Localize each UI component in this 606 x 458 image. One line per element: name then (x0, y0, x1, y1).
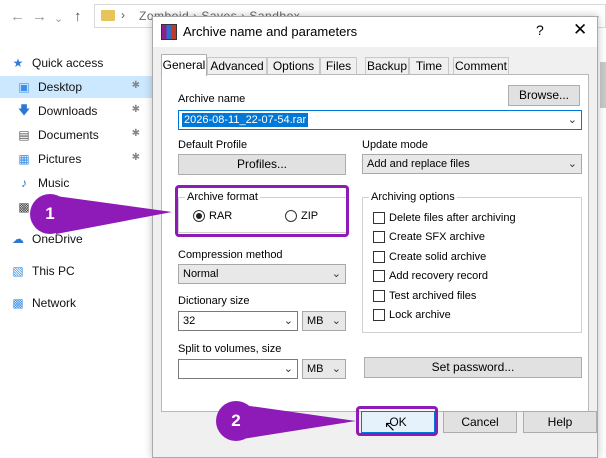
step2-callout: 2 (216, 401, 256, 441)
step1-callout: 1 (30, 194, 70, 234)
mouse-cursor-icon: ↖ (384, 418, 396, 434)
step1-pointer (56, 196, 172, 234)
annotation-pointers (56, 196, 356, 440)
tab-general[interactable]: General (161, 54, 207, 76)
